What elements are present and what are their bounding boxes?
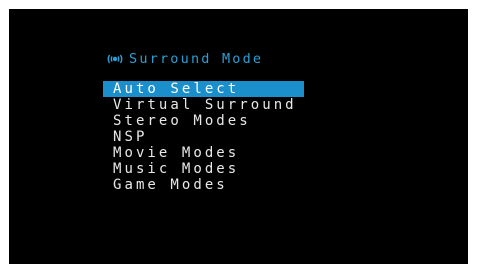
speaker-icon [106, 53, 124, 65]
menu-title: Surround Mode [129, 51, 264, 67]
menu-header: Surround Mode [106, 50, 263, 68]
menu-item-game-modes[interactable]: Game Modes [103, 177, 304, 193]
menu-item-virtual-surround[interactable]: Virtual Surround [103, 97, 304, 113]
osd-screen: Surround Mode Auto Select Virtual Surrou… [9, 9, 468, 264]
menu-item-movie-modes[interactable]: Movie Modes [103, 145, 304, 161]
surround-mode-menu: Auto Select Virtual Surround Stereo Mode… [103, 81, 304, 193]
menu-item-stereo-modes[interactable]: Stereo Modes [103, 113, 304, 129]
menu-item-nsp[interactable]: NSP [103, 129, 304, 145]
menu-item-auto-select[interactable]: Auto Select [103, 81, 304, 97]
menu-item-music-modes[interactable]: Music Modes [103, 161, 304, 177]
